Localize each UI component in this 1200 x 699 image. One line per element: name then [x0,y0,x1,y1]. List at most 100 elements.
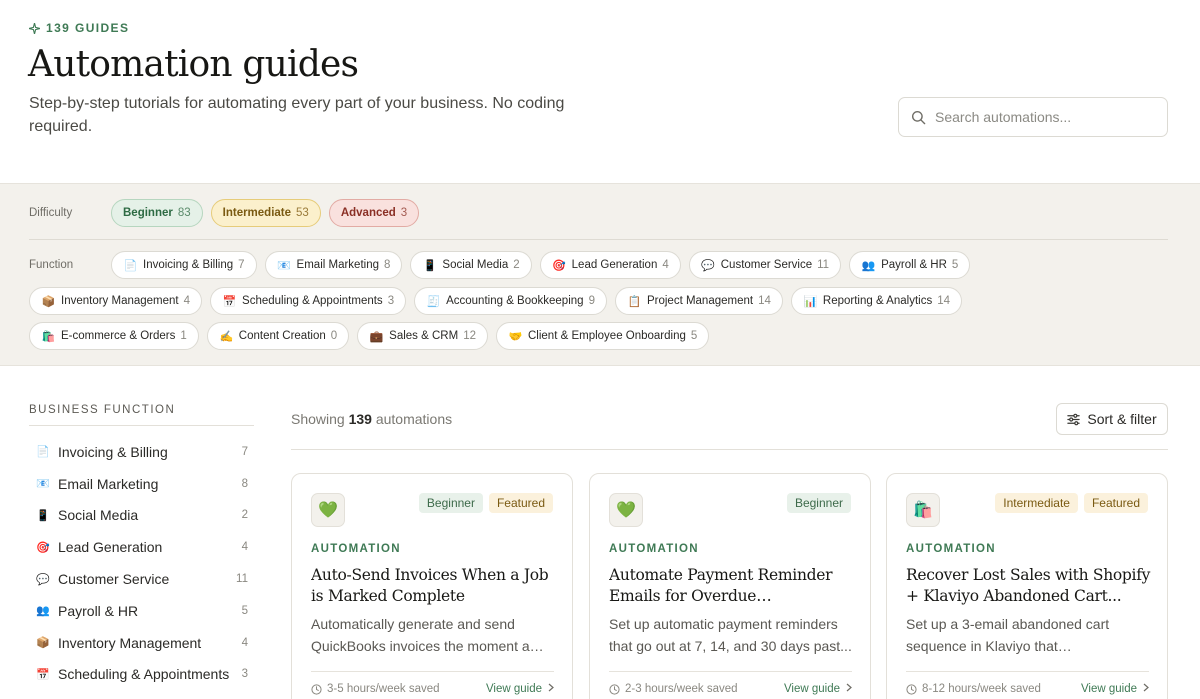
function-filter-content-creation[interactable]: ✍️ Content Creation 0 [206,322,350,350]
sidebar-item-social-media[interactable]: 📱 Social Media 2 [29,500,254,532]
target-icon: 🎯 [36,541,50,554]
sidebar-item-scheduling-appointments[interactable]: 📅 Scheduling & Appointments 3 [29,659,254,691]
view-guide-label: View guide [485,683,542,695]
difficulty-badge: Beginner [786,493,851,513]
function-filter-email-marketing[interactable]: 📧 Email Marketing 8 [264,251,403,279]
pill-count: 8 [384,259,391,271]
showing-suffix: automations [375,411,453,427]
function-filter-lead-generation[interactable]: 🎯 Lead Generation 4 [539,251,681,279]
showing-count: 139 [348,411,372,427]
automation-card[interactable]: 💚 Beginner Featured AUTOMATION Auto-Send Inv… [291,473,573,699]
card-title[interactable]: Auto-Send Invoices When a Job is Marked … [311,565,556,606]
pill-count: 7 [238,259,245,271]
sliders-icon [1067,413,1081,425]
shopping-bags-icon: 🛍️ [41,330,56,343]
card-footer: 2-3 hours/week saved View guide [609,683,852,695]
function-filter-inventory-management[interactable]: 📦 Inventory Management 4 [29,287,203,315]
pill-count: 4 [183,295,191,307]
sidebar-list: 📄 Invoicing & Billing 7 📧 Email Marketing 8 📱 S… [29,426,254,690]
results-count: Showing 139 automations [291,411,452,427]
difficulty-filter-intermediate[interactable]: Intermediate 53 [210,199,321,227]
sidebar-item-inventory-management[interactable]: 📦 Inventory Management 4 [29,627,254,659]
time-saved-text: 8-12 hours/week saved [922,683,1041,695]
automation-card[interactable]: 💚 Beginner AUTOMATION Automate Payment Remi… [589,473,871,699]
page-title: Automation guides [28,44,359,85]
time-saved: 3-5 hours/week saved [311,683,440,695]
pill-count: 14 [758,295,771,307]
pill-label: Sales & CRM [389,330,459,342]
card-title[interactable]: Automate Payment Reminder Emails for Ove… [609,565,854,606]
sort-filter-label: Sort & filter [1087,411,1157,427]
function-filter-customer-service[interactable]: 💬 Customer Service 11 [688,251,842,279]
pill-count: 14 [937,295,950,307]
sidebar-item-count: 7 [241,445,248,458]
function-filter-project-management[interactable]: 📋 Project Management 14 [614,287,783,315]
pill-count: 53 [296,207,309,219]
function-filter-social-media[interactable]: 📱 Social Media 2 [410,251,532,279]
function-filter-sales-crm[interactable]: 💼 Sales & CRM 12 [357,322,488,350]
phone-icon: 📱 [36,509,50,522]
automation-card[interactable]: 🛍️ Intermediate Featured AUTOMATION Recover … [886,473,1168,699]
card-divider [311,671,554,672]
function-label: Function [29,259,74,271]
clock-icon [609,683,620,695]
function-filter-reporting-analytics[interactable]: 📊 Reporting & Analytics 14 [790,287,962,315]
function-filter-client-employee-onboarding[interactable]: 🤝 Client & Employee Onboarding 5 [495,322,710,350]
sidebar-item-invoicing-billing[interactable]: 📄 Invoicing & Billing 7 [29,436,254,468]
card-title[interactable]: Recover Lost Sales with Shopify + Klaviy… [906,565,1151,606]
view-guide-link[interactable]: View guide [486,683,554,695]
card-divider [609,671,852,672]
page-subtitle: Step-by-step tutorials for automating ev… [29,95,565,135]
function-filter-e-commerce-orders[interactable]: 🛍️ E-commerce & Orders 1 [29,322,199,350]
sort-filter-button[interactable]: Sort & filter [1056,403,1168,435]
pill-label: Accounting & Bookkeeping [446,295,584,307]
sidebar-item-label: Email Marketing [58,475,159,492]
filter-panel: Difficulty Beginner 83 Intermediate 53 Advan… [0,183,1200,366]
pill-count: 4 [662,259,669,271]
card-footer: 3-5 hours/week saved View guide [311,683,554,695]
chevron-right-icon [1143,683,1149,695]
card-tags: Beginner [786,493,851,513]
sidebar-item-email-marketing[interactable]: 📧 Email Marketing 8 [29,468,254,500]
time-saved: 8-12 hours/week saved [906,683,1041,695]
view-guide-link[interactable]: View guide [784,683,852,695]
clock-icon [906,683,917,695]
search-input[interactable] [935,109,1155,125]
email-icon: 📧 [277,259,291,272]
card-description: Set up automatic payment reminders that … [609,616,852,654]
filter-divider [29,239,1168,240]
view-guide-link[interactable]: View guide [1081,683,1149,695]
difficulty-badge: Intermediate [995,493,1078,513]
shopping-bags-icon: 🛍️ [906,493,940,527]
difficulty-filter-advanced[interactable]: Advanced 3 [328,199,420,227]
sidebar-item-payroll-hr[interactable]: 👥 Payroll & HR 5 [29,595,254,627]
function-filter-invoicing-billing[interactable]: 📄 Invoicing & Billing 7 [111,251,257,279]
briefcase-icon: 💼 [369,330,384,343]
eyebrow-text: 139 GUIDES [46,21,130,35]
package-icon: 📦 [41,295,56,308]
package-icon: 📦 [36,637,50,650]
pill-count: 5 [690,330,698,342]
sidebar-item-lead-generation[interactable]: 🎯 Lead Generation 4 [29,531,254,563]
calendar-icon: 📅 [222,295,237,308]
time-saved-text: 3-5 hours/week saved [327,683,440,695]
function-filter-scheduling-appointments[interactable]: 📅 Scheduling & Appointments 3 [210,287,407,315]
pill-label: Intermediate [222,207,292,219]
card-description: Automatically generate and send QuickBoo… [311,616,530,654]
card-description: Set up a 3-email abandoned cart sequence… [906,616,1110,654]
search-icon [911,110,926,124]
clock-icon [311,683,322,695]
function-filter-payroll-hr[interactable]: 👥 Payroll & HR 5 [849,251,971,279]
writing-hand-icon: ✍️ [219,330,234,343]
sidebar-item-label: Scheduling & Appointments [58,666,230,683]
pill-label: Advanced [340,207,396,219]
handshake-icon: 🤝 [508,330,523,343]
sidebar-item-customer-service[interactable]: 💬 Customer Service 11 [29,563,254,595]
pill-count: 11 [817,259,830,271]
sparkle-icon [29,22,40,34]
sidebar-item-label: Invoicing & Billing [58,443,168,460]
search-box[interactable] [898,97,1168,137]
function-filter-accounting-bookkeeping[interactable]: 🧾 Accounting & Bookkeeping 9 [414,287,607,315]
sidebar-item-label: Payroll & HR [58,602,139,619]
difficulty-filter-beginner[interactable]: Beginner 83 [111,199,203,227]
